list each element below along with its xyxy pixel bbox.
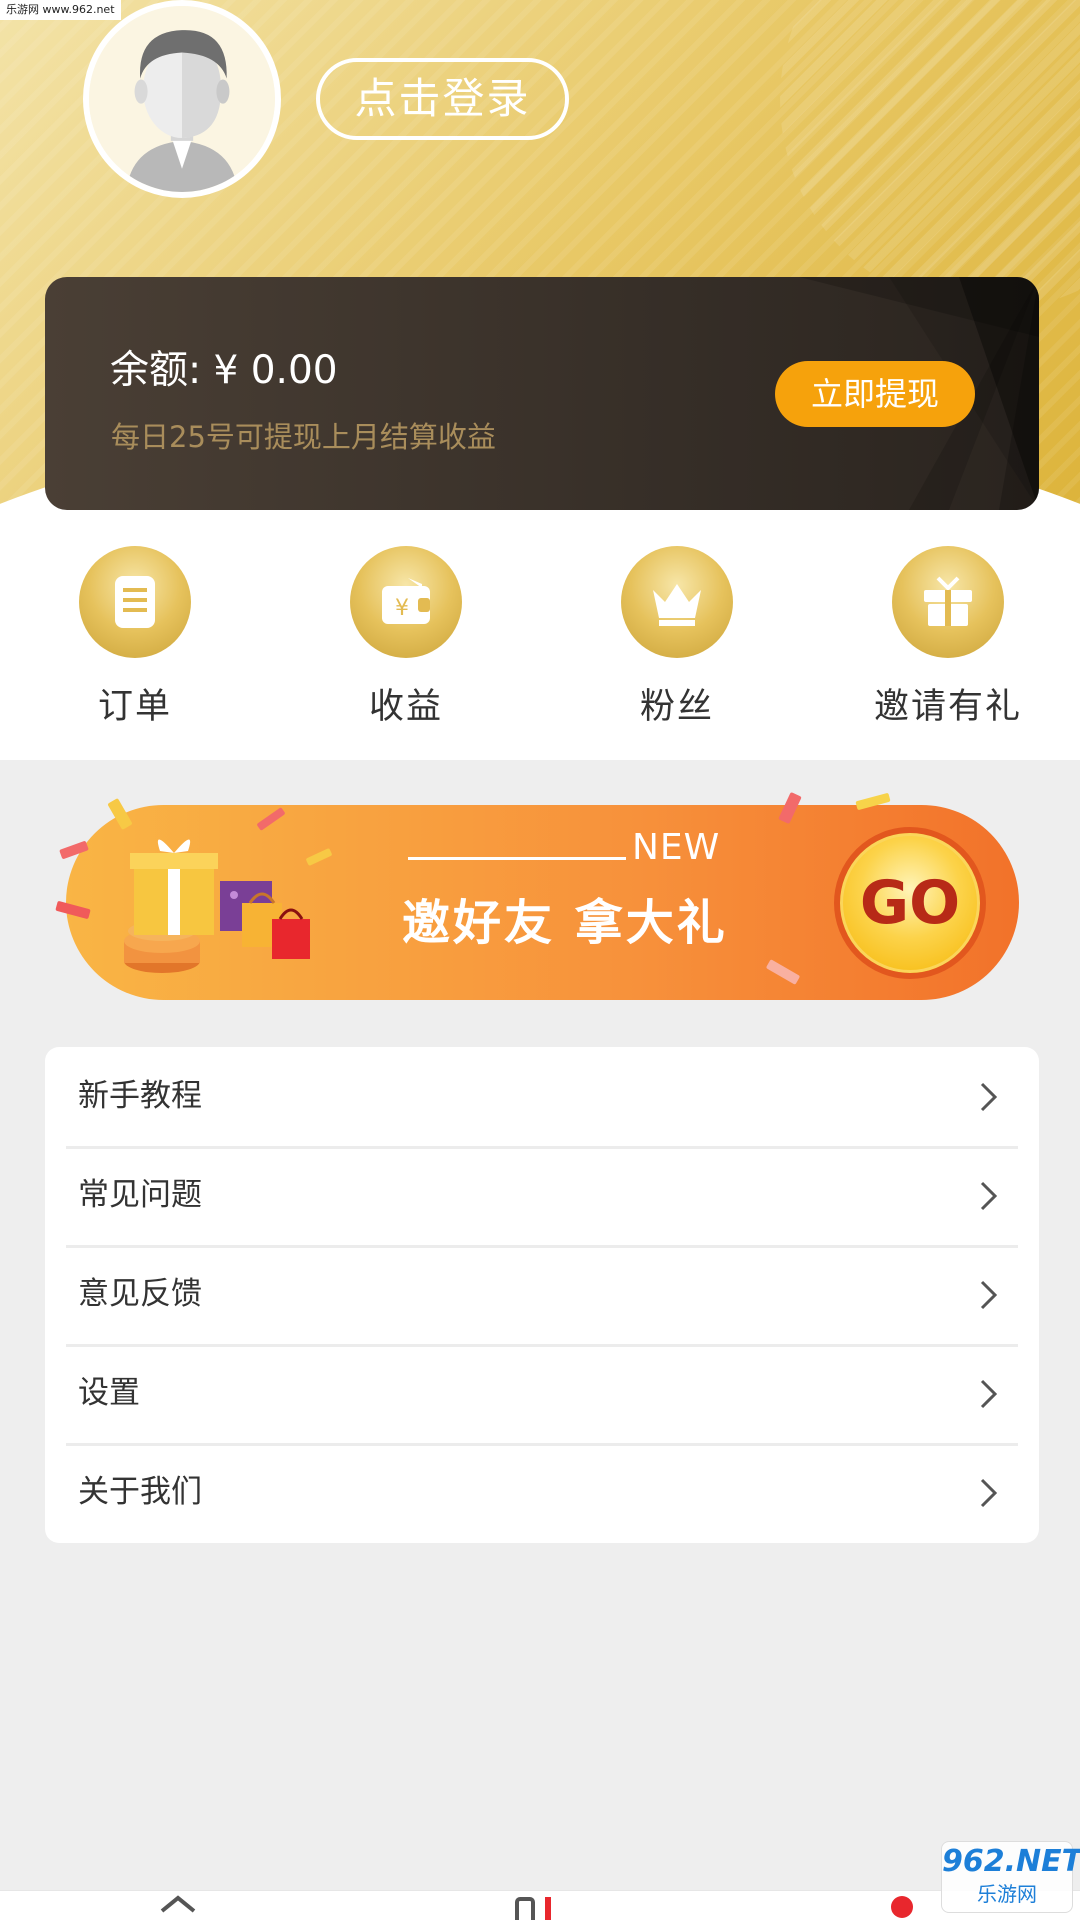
menu-item-tutorial[interactable]: 新手教程 xyxy=(45,1047,1039,1146)
menu-list: 新手教程 常见问题 意见反馈 设置 关于我们 xyxy=(45,1047,1039,1543)
balance-amount: 余额: ¥ 0.00 xyxy=(110,348,338,393)
quick-label: 粉丝 xyxy=(639,687,714,727)
login-button[interactable]: 点击登录 xyxy=(316,58,569,140)
banner-new-label: NEW xyxy=(632,827,721,868)
chevron-right-icon xyxy=(980,1082,998,1112)
confetti-decoration xyxy=(765,959,801,985)
home-icon[interactable] xyxy=(158,1895,198,1920)
quick-item-orders[interactable]: 订单 xyxy=(35,540,235,750)
quick-label: 收益 xyxy=(368,687,443,727)
withdraw-button[interactable]: 立即提现 xyxy=(775,361,975,427)
watermark-logo: 962.NET 乐游网 xyxy=(941,1841,1080,1913)
confetti-decoration xyxy=(59,840,89,860)
menu-item-label: 意见反馈 xyxy=(78,1276,202,1312)
crown-icon xyxy=(621,546,733,658)
menu-item-faq[interactable]: 常见问题 xyxy=(45,1146,1039,1245)
confetti-decoration xyxy=(855,792,891,811)
quick-label: 订单 xyxy=(97,687,172,727)
watermark-text: 乐游网 www.962.net xyxy=(0,0,121,20)
quick-item-earnings[interactable]: ¥ 收益 xyxy=(306,540,506,750)
bottom-nav xyxy=(0,1890,1080,1920)
order-icon xyxy=(79,546,191,658)
menu-item-label: 新手教程 xyxy=(78,1078,202,1114)
wallet-icon: ¥ xyxy=(350,546,462,658)
quick-item-fans[interactable]: 粉丝 xyxy=(577,540,777,750)
profile-nav-icon[interactable] xyxy=(887,1891,917,1920)
withdraw-note: 每日25号可提现上月结算收益 xyxy=(111,420,496,454)
chevron-right-icon xyxy=(980,1379,998,1409)
quick-menu: 订单 ¥ 收益 粉丝 邀请有礼 xyxy=(0,540,1080,760)
gift-boxes-illustration xyxy=(124,839,310,973)
quick-item-invite[interactable]: 邀请有礼 xyxy=(848,540,1048,750)
quick-label: 邀请有礼 xyxy=(873,687,1022,727)
confetti-decoration xyxy=(778,791,802,825)
invite-banner[interactable]: NEW 邀好友 拿大礼 GO xyxy=(55,791,1019,1000)
chevron-right-icon xyxy=(980,1478,998,1508)
menu-item-feedback[interactable]: 意见反馈 xyxy=(45,1245,1039,1344)
watermark-logo-subtext: 乐游网 xyxy=(977,1882,1037,1906)
user-avatar-icon[interactable] xyxy=(83,0,281,198)
menu-item-label: 设置 xyxy=(78,1375,140,1411)
menu-item-label: 常见问题 xyxy=(78,1177,202,1213)
watermark-logo-text: 962.NET xyxy=(942,1844,1080,1879)
confetti-decoration xyxy=(55,900,91,920)
gift-icon xyxy=(892,546,1004,658)
banner-title: 邀好友 拿大礼 xyxy=(402,895,728,951)
menu-item-settings[interactable]: 设置 xyxy=(45,1344,1039,1443)
chevron-right-icon xyxy=(980,1181,998,1211)
balance-card: 余额: ¥ 0.00 每日25号可提现上月结算收益 立即提现 xyxy=(45,277,1039,510)
banner-divider xyxy=(408,857,626,860)
svg-text:¥: ¥ xyxy=(395,596,409,621)
menu-item-about[interactable]: 关于我们 xyxy=(45,1443,1039,1542)
menu-item-label: 关于我们 xyxy=(78,1474,202,1510)
category-icon[interactable] xyxy=(513,1893,563,1920)
go-button[interactable]: GO xyxy=(834,827,986,979)
chevron-right-icon xyxy=(980,1280,998,1310)
